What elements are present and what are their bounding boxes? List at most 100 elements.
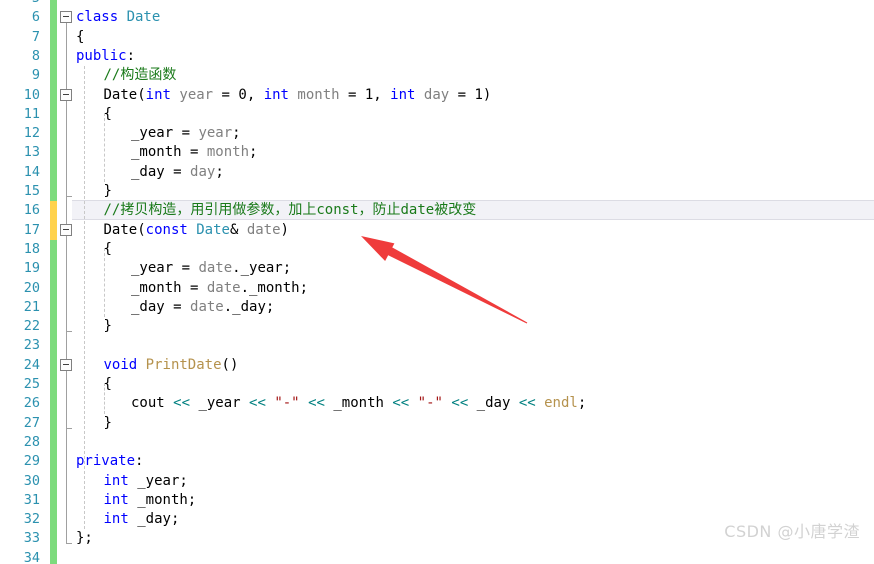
token-kw: void bbox=[103, 356, 138, 373]
code-line[interactable]: cout << _year << "-" << _month << "-" <<… bbox=[76, 394, 586, 413]
code-line[interactable]: } bbox=[76, 414, 112, 433]
code-line[interactable]: } bbox=[76, 182, 112, 201]
token-op: << bbox=[518, 395, 536, 412]
code-line[interactable]: _month = date._month; bbox=[76, 279, 308, 298]
code-line[interactable]: _year = year; bbox=[76, 124, 241, 143]
code-line[interactable]: _day = day; bbox=[76, 163, 224, 182]
code-line[interactable]: Date(const Date& date) bbox=[76, 221, 289, 240]
fold-toggle-expanded[interactable] bbox=[60, 11, 72, 24]
change-bar-unsaved bbox=[50, 201, 57, 240]
line-number: 6 bbox=[31, 9, 40, 26]
line-number: 26 bbox=[23, 395, 40, 412]
token-plain: _day bbox=[468, 395, 519, 412]
code-line[interactable]: public: bbox=[76, 47, 135, 66]
code-line[interactable]: Date(int year = 0, int month = 1, int da… bbox=[76, 86, 492, 105]
code-line[interactable]: _day = date._day; bbox=[76, 298, 274, 317]
token-str: "-" bbox=[274, 395, 300, 412]
code-line[interactable]: { bbox=[76, 105, 112, 124]
token-param: date bbox=[190, 298, 224, 315]
token-cmt: //构造函数 bbox=[103, 67, 177, 84]
code-text-area[interactable]: class Date{public://构造函数 Date(int year = … bbox=[76, 0, 874, 564]
fold-scope-end-tick bbox=[66, 427, 72, 429]
line-number: 15 bbox=[23, 183, 40, 199]
token-kw: int bbox=[390, 86, 416, 103]
code-line[interactable]: class Date bbox=[76, 8, 160, 27]
token-plain: } bbox=[103, 318, 112, 335]
token-op: << bbox=[249, 395, 266, 412]
token-plain: _year; bbox=[128, 472, 188, 489]
token-kw: int bbox=[263, 86, 289, 103]
token-param: day bbox=[423, 86, 450, 103]
token-kw: int bbox=[145, 86, 171, 103]
code-line[interactable]: { bbox=[76, 240, 112, 259]
token-cmt: //拷贝构造，用引用做参数，加上const，防止date被改变 bbox=[103, 202, 477, 219]
token-plain: ; bbox=[249, 144, 258, 161]
code-line[interactable]: int _month; bbox=[76, 491, 197, 510]
line-number: 20 bbox=[23, 279, 40, 296]
token-plain: { bbox=[103, 105, 112, 122]
change-bar-saved bbox=[50, 0, 57, 202]
code-line[interactable]: _month = month; bbox=[76, 143, 257, 162]
token-op: << bbox=[392, 395, 410, 412]
token-plain: _day = bbox=[131, 163, 191, 180]
line-number: 25 bbox=[23, 376, 40, 392]
line-number: 22 bbox=[23, 318, 40, 335]
line-number: 28 bbox=[23, 433, 40, 450]
code-line[interactable]: int _year; bbox=[76, 472, 188, 491]
code-line[interactable]: //拷贝构造，用引用做参数，加上const，防止date被改变 bbox=[76, 201, 477, 220]
token-kw: class bbox=[76, 9, 127, 26]
line-number: 27 bbox=[23, 414, 40, 431]
token-op: << bbox=[173, 395, 191, 412]
code-line[interactable]: { bbox=[76, 28, 84, 47]
token-param: year bbox=[179, 86, 214, 103]
token-plain: { bbox=[103, 240, 112, 257]
token-plain: : bbox=[126, 47, 136, 64]
code-line[interactable]: } bbox=[76, 317, 112, 336]
code-line[interactable]: private: bbox=[76, 452, 143, 471]
token-kw: int bbox=[103, 491, 129, 508]
token-plain: { bbox=[76, 28, 85, 45]
token-plain: ._day; bbox=[223, 298, 275, 315]
code-line[interactable]: void PrintDate() bbox=[76, 356, 239, 375]
fold-scope-end-tick bbox=[66, 331, 72, 333]
line-number: 8 bbox=[31, 47, 40, 64]
code-line[interactable]: { bbox=[76, 375, 112, 394]
line-number: 24 bbox=[23, 356, 40, 373]
fold-toggle-expanded[interactable] bbox=[60, 88, 72, 101]
token-param: date bbox=[206, 279, 241, 296]
line-number: 11 bbox=[23, 105, 40, 122]
line-number: 32 bbox=[23, 511, 40, 528]
token-plain: ) bbox=[280, 221, 289, 238]
code-folding-column[interactable] bbox=[60, 0, 74, 564]
line-number: 17 bbox=[23, 221, 40, 238]
token-kw: const bbox=[145, 221, 188, 238]
token-plain: }; bbox=[76, 530, 93, 547]
line-number: 31 bbox=[23, 491, 40, 508]
line-number: 5 bbox=[0, 0, 40, 8]
code-line[interactable]: //构造函数 bbox=[76, 66, 177, 85]
token-plain: _year = bbox=[131, 125, 199, 142]
token-plain: = 1) bbox=[449, 86, 492, 103]
code-line[interactable]: }; bbox=[76, 529, 93, 548]
token-op: << bbox=[308, 395, 325, 412]
fold-scope-end-tick bbox=[66, 543, 72, 545]
fold-toggle-expanded[interactable] bbox=[60, 358, 72, 371]
fold-toggle-expanded[interactable] bbox=[60, 223, 72, 236]
token-type: Date bbox=[126, 9, 161, 26]
code-editor[interactable]: 56 7 8 9 10 11 12 13 14 15 16 17 18 19 20 21 22 23 24 25 26 2… bbox=[0, 0, 874, 564]
line-number: 14 bbox=[23, 163, 40, 180]
token-plain: ; bbox=[577, 395, 587, 412]
token-plain: = 0, bbox=[213, 86, 264, 103]
csdn-watermark: CSDN @小唐学渣 bbox=[724, 522, 860, 541]
token-plain: { bbox=[103, 376, 112, 392]
line-number: 19 bbox=[23, 260, 40, 277]
token-kw: int bbox=[103, 511, 129, 528]
line-number: 7 bbox=[31, 28, 40, 45]
code-line[interactable]: int _day; bbox=[76, 510, 180, 529]
code-line[interactable]: _year = date._year; bbox=[76, 259, 291, 278]
